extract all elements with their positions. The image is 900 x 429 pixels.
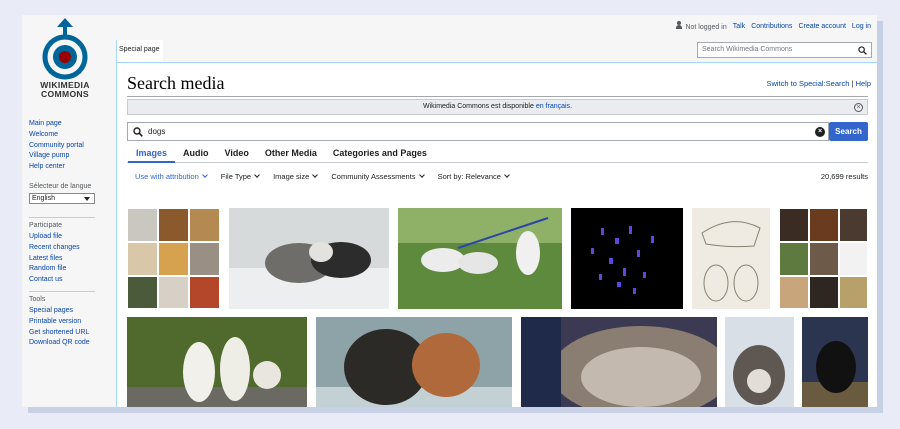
- nav-recent-changes[interactable]: Recent changes: [29, 243, 95, 254]
- image-thumbnail-dog-night[interactable]: [802, 317, 868, 407]
- header-search-input[interactable]: Search Wikimedia Commons: [697, 42, 872, 58]
- nav-printable-version[interactable]: Printable version: [29, 317, 95, 328]
- nav-latest-files[interactable]: Latest files: [29, 254, 95, 265]
- title-links: Switch to Special:Search | Help: [766, 79, 871, 88]
- media-search-bar: dogs × Search: [127, 122, 868, 141]
- image-thumbnail-white-dogs[interactable]: [127, 317, 307, 407]
- participate-heading: Participate: [29, 222, 63, 229]
- nav-upload-file[interactable]: Upload file: [29, 232, 95, 243]
- filter-image-size[interactable]: Image size: [273, 171, 319, 181]
- switch-search-link[interactable]: Switch to Special:Search: [766, 79, 849, 88]
- search-query: dogs: [148, 127, 166, 136]
- filter-sort-label: Sort by: Relevance: [437, 171, 501, 181]
- browser-frame: WIKIMEDIA COMMONS Main page Welcome Comm…: [22, 15, 877, 407]
- filter-sort[interactable]: Sort by: Relevance: [437, 171, 510, 181]
- help-link[interactable]: Help: [856, 79, 871, 88]
- nav-main-page[interactable]: Main page: [29, 119, 84, 130]
- chevron-down-icon: [504, 171, 510, 178]
- filter-file-type-label: File Type: [220, 171, 252, 181]
- image-thumbnail-husky-puppy[interactable]: [725, 317, 794, 407]
- not-logged-label: Not logged in: [685, 24, 727, 31]
- nav-community-portal[interactable]: Community portal: [29, 141, 84, 152]
- chevron-down-icon: [254, 171, 260, 178]
- divider: [29, 217, 95, 218]
- nav-download-qr[interactable]: Download QR code: [29, 338, 95, 349]
- title-links-separator: |: [851, 79, 854, 88]
- chevron-down-icon: [312, 171, 319, 178]
- image-thumbnail-greyhounds[interactable]: [398, 208, 562, 309]
- nav-special-pages[interactable]: Special pages: [29, 306, 95, 317]
- tab-special-page[interactable]: Special page: [116, 40, 164, 62]
- image-thumbnail-sleeping-dog[interactable]: [521, 317, 717, 407]
- filter-community-label: Community Assessments: [331, 171, 416, 181]
- talk-link[interactable]: Talk: [733, 23, 745, 30]
- user-icon: [675, 21, 683, 29]
- media-search-input[interactable]: dogs ×: [127, 122, 829, 141]
- create-account-link[interactable]: Create account: [798, 23, 845, 30]
- nav-help-center[interactable]: Help center: [29, 162, 84, 173]
- results-count: 20,699 results: [820, 171, 868, 181]
- divider: [29, 291, 95, 292]
- image-thumbnail-dogs-water[interactable]: [316, 317, 512, 407]
- notice-tail: .: [570, 103, 573, 110]
- nav-village-pump[interactable]: Village pump: [29, 151, 84, 162]
- tab-audio[interactable]: Audio: [183, 145, 209, 162]
- image-thumbnail-skull-drawing[interactable]: [692, 208, 770, 309]
- personal-tools: Not logged in Talk Contributions Create …: [675, 21, 871, 31]
- notice-text: Wikimedia Commons est disponible: [422, 103, 536, 110]
- header-search-placeholder: Search Wikimedia Commons: [702, 46, 793, 53]
- close-icon[interactable]: ×: [854, 103, 863, 112]
- participate-section: Participate Upload file Recent changes L…: [29, 213, 95, 286]
- image-thumbnail-sled-dogs[interactable]: [229, 208, 389, 309]
- filter-bar: Use with attribution File Type Image siz…: [127, 168, 868, 184]
- clear-search-icon[interactable]: ×: [815, 127, 825, 137]
- language-heading: Sélecteur de langue: [29, 183, 92, 190]
- tab-other-media[interactable]: Other Media: [265, 145, 317, 162]
- page-title: Search media: [127, 73, 225, 93]
- main-content: Search media Switch to Special:Search | …: [116, 62, 877, 407]
- language-notice: Wikimedia Commons est disponible en fran…: [127, 99, 868, 115]
- filter-attribution[interactable]: Use with attribution: [135, 171, 208, 181]
- wikimedia-commons-logo[interactable]: WIKIMEDIA COMMONS: [29, 17, 101, 103]
- tab-video[interactable]: Video: [225, 145, 249, 162]
- chevron-down-icon: [201, 171, 208, 178]
- tab-images[interactable]: Images: [127, 145, 176, 163]
- tools-section: Tools Special pages Printable version Ge…: [29, 287, 95, 349]
- image-thumbnail-breeds-collage[interactable]: [779, 208, 868, 309]
- filter-community-assessments[interactable]: Community Assessments: [331, 171, 425, 181]
- logo-text-line2: COMMONS: [41, 89, 89, 99]
- language-section: Sélecteur de langue English: [29, 183, 95, 204]
- filter-image-size-label: Image size: [273, 171, 310, 181]
- tab-categories-pages[interactable]: Categories and Pages: [333, 145, 427, 162]
- not-logged-in: Not logged in: [675, 21, 727, 31]
- search-button[interactable]: Search: [829, 122, 868, 141]
- nav-shortened-url[interactable]: Get shortened URL: [29, 328, 95, 339]
- nav-random-file[interactable]: Random file: [29, 264, 95, 275]
- language-select[interactable]: English: [29, 193, 95, 204]
- title-divider: [127, 96, 868, 97]
- filter-attribution-label: Use with attribution: [135, 171, 199, 181]
- sidebar: WIKIMEDIA COMMONS Main page Welcome Comm…: [22, 15, 116, 407]
- login-link[interactable]: Log in: [852, 23, 871, 30]
- image-thumbnail-dog-collage[interactable]: [127, 208, 220, 309]
- filter-file-type[interactable]: File Type: [220, 171, 260, 181]
- tools-heading: Tools: [29, 296, 46, 303]
- nav-contact-us[interactable]: Contact us: [29, 275, 95, 286]
- search-icon[interactable]: [858, 46, 867, 55]
- media-type-tabs: Images Audio Video Other Media Categorie…: [127, 145, 868, 163]
- search-icon: [133, 127, 143, 137]
- image-thumbnail-chromosomes[interactable]: [571, 208, 683, 309]
- commons-logo-icon: [42, 18, 88, 80]
- contributions-link[interactable]: Contributions: [751, 23, 792, 30]
- chevron-down-icon: [418, 171, 425, 178]
- notice-link[interactable]: en français: [536, 103, 570, 110]
- main-nav: Main page Welcome Community portal Villa…: [29, 119, 84, 173]
- nav-welcome[interactable]: Welcome: [29, 130, 84, 141]
